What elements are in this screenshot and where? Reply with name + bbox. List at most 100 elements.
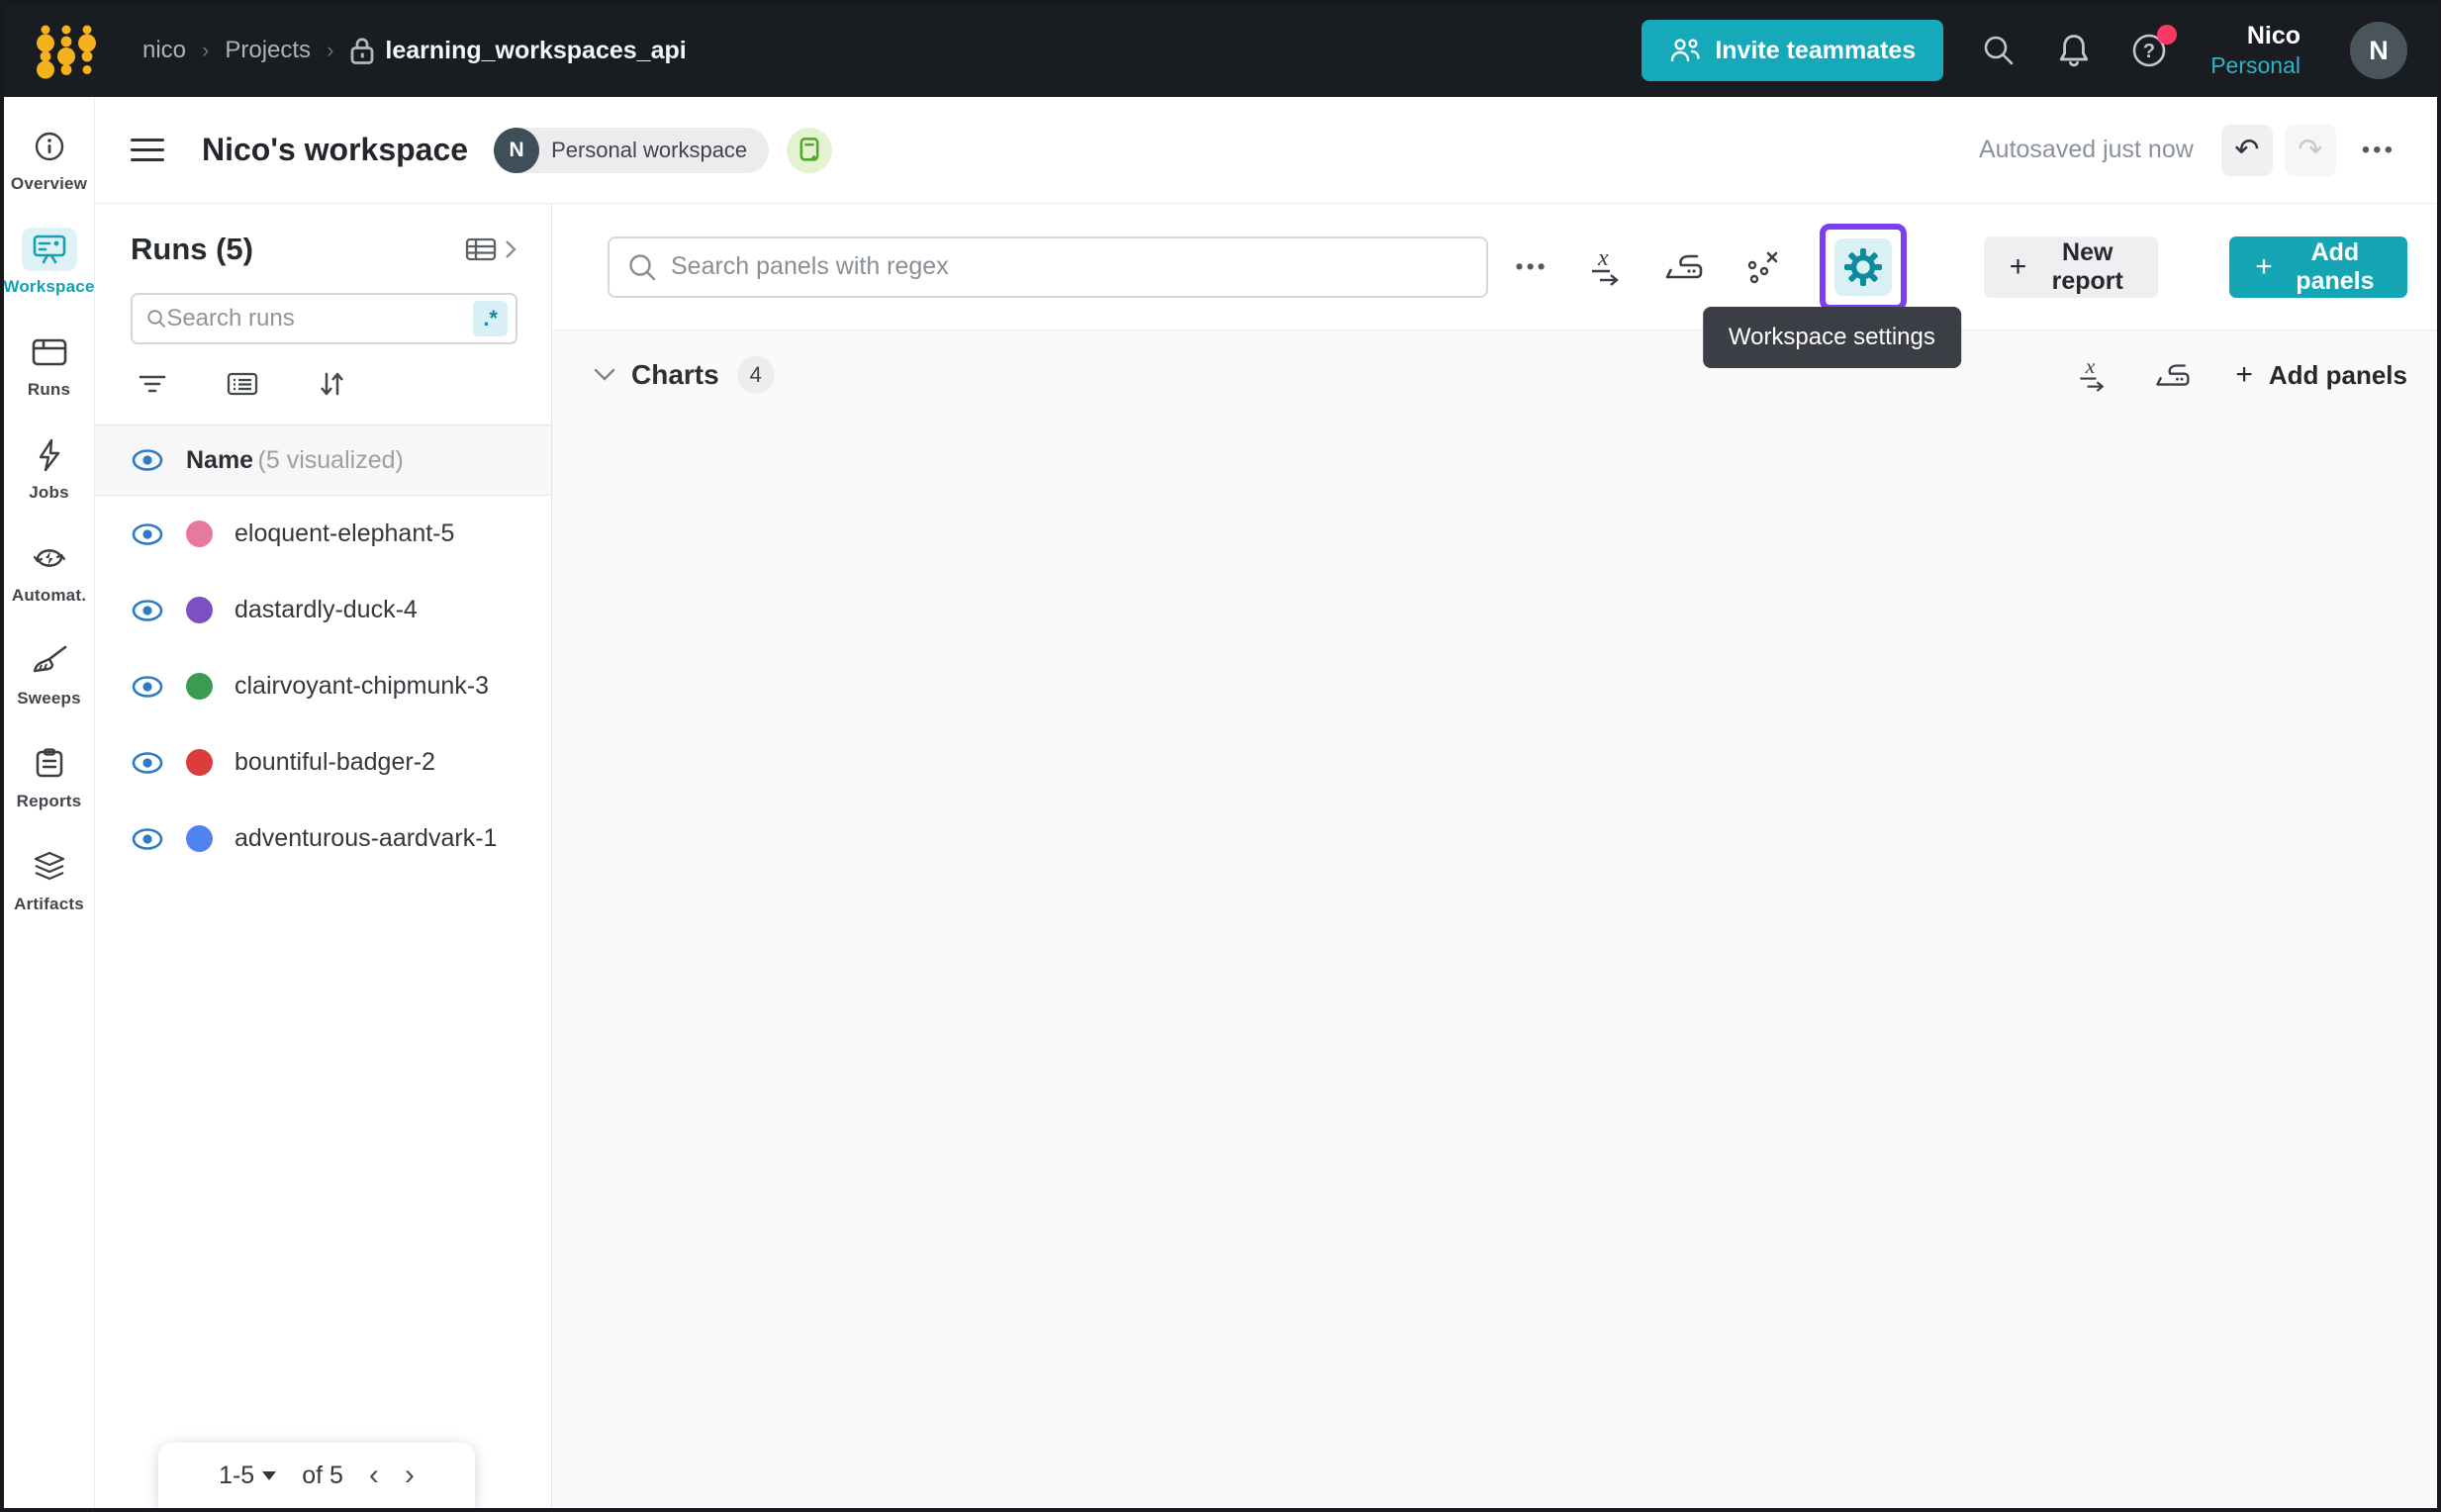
header-more-button[interactable]: ••• bbox=[2362, 137, 2395, 164]
personal-workspace-badge[interactable]: N Personal workspace bbox=[494, 128, 769, 173]
run-name[interactable]: adventurous-aardvark-1 bbox=[235, 824, 497, 853]
layers-icon bbox=[22, 845, 77, 889]
sidebar-item-artifacts[interactable]: Artifacts bbox=[7, 845, 92, 914]
autosave-status: Autosaved just now bbox=[1979, 136, 2194, 164]
breadcrumb: nico › Projects › learning_workspaces_ap… bbox=[142, 36, 687, 65]
workspace-main: ••• x bbox=[552, 204, 2437, 1508]
runs-title: Runs (5) bbox=[131, 232, 253, 267]
plus-icon: + bbox=[2235, 360, 2253, 390]
badge-label: Personal workspace bbox=[551, 138, 747, 163]
column-name-label: Name bbox=[186, 446, 253, 474]
run-color-dot[interactable] bbox=[186, 749, 213, 776]
panel-search-input[interactable] bbox=[671, 252, 1468, 281]
run-row[interactable]: clairvoyant-chipmunk-3 bbox=[95, 648, 551, 724]
runs-search-box: .* bbox=[131, 293, 517, 344]
panels-more-button[interactable]: ••• bbox=[1516, 253, 1549, 280]
undo-button[interactable]: ↶ bbox=[2221, 125, 2273, 176]
smoothing-iron-icon[interactable] bbox=[2152, 359, 2192, 392]
sidebar-item-jobs[interactable]: Jobs bbox=[7, 433, 92, 503]
eye-icon[interactable] bbox=[131, 448, 164, 472]
breadcrumb-project[interactable]: learning_workspaces_api bbox=[349, 36, 686, 65]
eye-icon[interactable] bbox=[131, 522, 164, 546]
search-icon[interactable] bbox=[1979, 31, 2019, 70]
runs-search-input[interactable] bbox=[166, 305, 473, 332]
breadcrumb-entity[interactable]: nico bbox=[142, 37, 186, 64]
screenshot-frame: nico › Projects › learning_workspaces_ap… bbox=[0, 0, 2441, 1512]
user-scope: Personal bbox=[2210, 51, 2300, 80]
notification-badge bbox=[2157, 25, 2177, 45]
visualized-count: (5 visualized) bbox=[258, 446, 404, 474]
plus-icon: + bbox=[2255, 252, 2273, 282]
search-icon bbox=[146, 306, 166, 331]
charts-section-title[interactable]: Charts bbox=[631, 359, 719, 391]
avatar[interactable]: N bbox=[2350, 22, 2407, 79]
run-color-dot[interactable] bbox=[186, 673, 213, 700]
svg-text:?: ? bbox=[2143, 41, 2155, 62]
run-color-dot[interactable] bbox=[186, 520, 213, 547]
people-icon bbox=[1669, 37, 1701, 64]
workspace-settings-button-highlighted[interactable]: Workspace settings bbox=[1820, 224, 1907, 311]
eye-icon[interactable] bbox=[131, 675, 164, 699]
eye-icon[interactable] bbox=[131, 751, 164, 775]
invite-teammates-button[interactable]: Invite teammates bbox=[1642, 20, 1943, 81]
add-panels-button[interactable]: +Add panels bbox=[2229, 236, 2407, 298]
collapse-charts-chevron-icon[interactable] bbox=[594, 368, 615, 382]
page-range-dropdown[interactable]: 1-5 bbox=[219, 1462, 276, 1490]
prev-page-button[interactable]: ‹ bbox=[369, 1459, 379, 1492]
info-icon bbox=[22, 125, 77, 168]
x-axis-settings-icon[interactable]: x bbox=[2075, 357, 2109, 393]
panels-toolbar: ••• x bbox=[552, 204, 2437, 331]
sort-icon[interactable] bbox=[317, 370, 346, 403]
group-icon[interactable] bbox=[226, 371, 259, 402]
sidebar-item-reports[interactable]: Reports bbox=[7, 742, 92, 811]
page-title: Nico's workspace bbox=[202, 132, 468, 168]
menu-hamburger-icon[interactable] bbox=[131, 139, 164, 161]
runs-pagination: 1-5 of 5 ‹ › bbox=[158, 1443, 475, 1508]
help-icon[interactable]: ? bbox=[2129, 31, 2169, 70]
workspace-header: Nico's workspace N Personal workspace Au… bbox=[95, 97, 2437, 204]
automations-icon bbox=[22, 536, 77, 580]
regex-toggle-button[interactable]: .* bbox=[473, 301, 508, 336]
run-row[interactable]: bountiful-badger-2 bbox=[95, 724, 551, 801]
wandb-logo-icon[interactable] bbox=[34, 21, 99, 80]
outliers-icon[interactable] bbox=[1742, 247, 1782, 287]
breadcrumb-projects[interactable]: Projects bbox=[225, 37, 311, 64]
new-report-button[interactable]: +New report bbox=[1984, 236, 2159, 298]
run-row[interactable]: adventurous-aardvark-1 bbox=[95, 801, 551, 877]
smoothing-iron-icon[interactable] bbox=[1661, 249, 1705, 285]
workspace-icon bbox=[22, 228, 77, 271]
expand-runs-table-button[interactable] bbox=[464, 236, 517, 263]
eye-icon[interactable] bbox=[131, 599, 164, 622]
notifications-bell-icon[interactable] bbox=[2054, 31, 2094, 70]
runs-table-icon bbox=[22, 331, 77, 374]
sidebar-item-runs[interactable]: Runs bbox=[7, 331, 92, 400]
lock-icon bbox=[349, 36, 375, 65]
breadcrumb-separator: › bbox=[327, 38, 333, 63]
search-icon bbox=[627, 252, 657, 282]
charts-section: Charts 4 x +Add panels bbox=[552, 331, 2437, 1508]
runs-list: eloquent-elephant-5 dastardly-duck-4 clair… bbox=[95, 496, 551, 877]
next-page-button[interactable]: › bbox=[405, 1459, 415, 1492]
run-color-dot[interactable] bbox=[186, 597, 213, 623]
redo-button[interactable]: ↷ bbox=[2285, 125, 2336, 176]
run-row[interactable]: eloquent-elephant-5 bbox=[95, 496, 551, 572]
eye-icon[interactable] bbox=[131, 827, 164, 851]
run-name[interactable]: eloquent-elephant-5 bbox=[235, 520, 454, 548]
sidebar-item-sweeps[interactable]: Sweeps bbox=[7, 639, 92, 709]
run-name[interactable]: dastardly-duck-4 bbox=[235, 596, 418, 624]
run-color-dot[interactable] bbox=[186, 825, 213, 852]
run-name[interactable]: bountiful-badger-2 bbox=[235, 748, 435, 777]
saved-view-icon[interactable] bbox=[787, 128, 832, 173]
sidebar-item-automations[interactable]: Automat. bbox=[7, 536, 92, 606]
sidebar-item-overview[interactable]: Overview bbox=[7, 125, 92, 194]
filter-icon[interactable] bbox=[137, 372, 168, 401]
section-add-panels-button[interactable]: +Add panels bbox=[2235, 360, 2407, 391]
breadcrumb-separator: › bbox=[202, 38, 209, 63]
x-axis-settings-icon[interactable]: x bbox=[1586, 247, 1624, 287]
runs-list-header[interactable]: Name (5 visualized) bbox=[95, 425, 551, 496]
user-menu[interactable]: Nico Personal bbox=[2210, 21, 2300, 80]
run-row[interactable]: dastardly-duck-4 bbox=[95, 572, 551, 648]
run-name[interactable]: clairvoyant-chipmunk-3 bbox=[235, 672, 489, 701]
clipboard-icon bbox=[22, 742, 77, 786]
sidebar-item-workspace[interactable]: Workspace bbox=[7, 228, 92, 297]
